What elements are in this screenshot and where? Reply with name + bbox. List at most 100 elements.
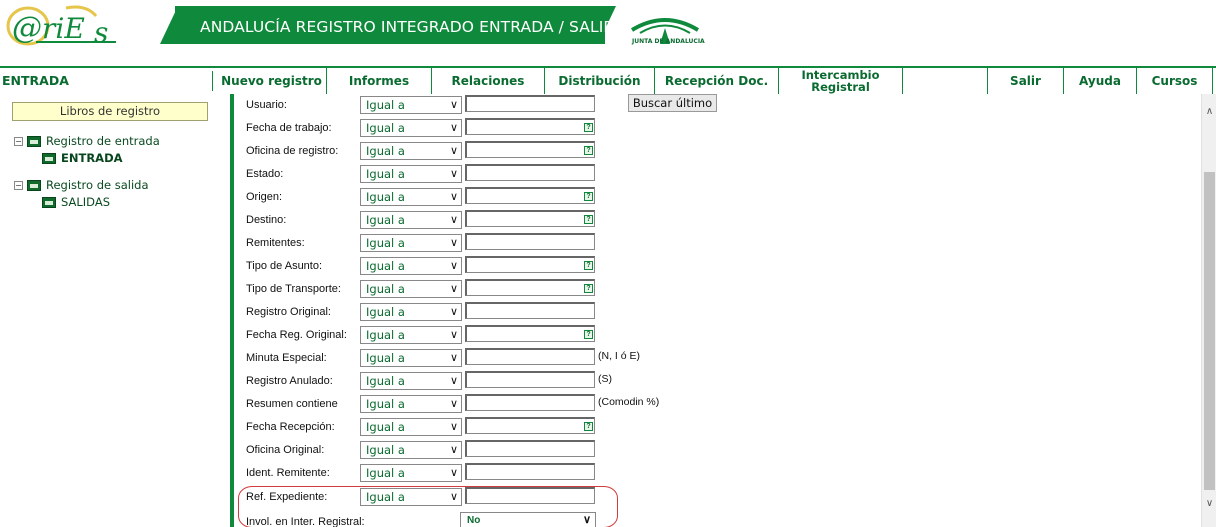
field-label: Fecha de trabajo: bbox=[246, 122, 332, 134]
value-input[interactable] bbox=[465, 210, 595, 227]
operator-select-value: Igual a bbox=[366, 167, 405, 181]
tree-item-registro-entrada[interactable]: − Registro de entrada bbox=[14, 133, 160, 149]
field-label: Fecha Recepción: bbox=[246, 421, 335, 433]
nav-cursos[interactable]: Cursos bbox=[1137, 68, 1213, 94]
help-icon[interactable]: ? bbox=[584, 192, 593, 201]
value-input[interactable] bbox=[465, 325, 595, 342]
help-icon[interactable]: ? bbox=[584, 123, 593, 132]
operator-select-value: Igual a bbox=[366, 328, 405, 342]
field-label: Destino: bbox=[246, 214, 287, 226]
scroll-down-icon[interactable]: ∨ bbox=[1202, 496, 1216, 511]
nav-intercambio-registral[interactable]: Intercambio Registral bbox=[779, 68, 903, 94]
collapse-toggle-icon[interactable]: − bbox=[14, 180, 23, 190]
involucrado-select-value: No bbox=[467, 515, 481, 526]
value-input[interactable] bbox=[465, 394, 595, 411]
tree-item-label: ENTRADA bbox=[61, 151, 123, 165]
help-icon[interactable]: ? bbox=[584, 330, 593, 339]
value-input[interactable] bbox=[465, 463, 595, 480]
operator-select[interactable]: Igual a ∨ bbox=[360, 211, 462, 229]
operator-select[interactable]: Igual a ∨ bbox=[360, 395, 462, 413]
operator-select-value: Igual a bbox=[366, 190, 405, 204]
operator-select[interactable]: Igual a ∨ bbox=[360, 234, 462, 252]
scrollbar-thumb[interactable] bbox=[1204, 172, 1215, 490]
scroll-up-icon[interactable]: ∧ bbox=[1202, 104, 1216, 119]
value-input[interactable] bbox=[465, 440, 595, 457]
aries-logo: @ riE s bbox=[6, 5, 116, 46]
field-label: Ident. Remitente: bbox=[246, 467, 330, 479]
help-icon[interactable]: ? bbox=[584, 284, 593, 293]
operator-select[interactable]: Igual a ∨ bbox=[360, 464, 462, 482]
operator-select[interactable]: Igual a ∨ bbox=[360, 418, 462, 436]
value-input[interactable] bbox=[465, 417, 595, 434]
folder-icon bbox=[27, 135, 41, 147]
operator-select[interactable]: Igual a ∨ bbox=[360, 349, 462, 367]
nav-ayuda[interactable]: Ayuda bbox=[1064, 68, 1137, 94]
nav-salir[interactable]: Salir bbox=[988, 68, 1064, 94]
value-input[interactable] bbox=[465, 487, 595, 504]
field-label: Ref. Expediente: bbox=[246, 491, 328, 503]
help-icon[interactable]: ? bbox=[584, 261, 593, 270]
operator-select-value: Igual a bbox=[366, 213, 405, 227]
nav-recepcion-doc[interactable]: Recepción Doc. bbox=[655, 68, 779, 94]
operator-select[interactable]: Igual a ∨ bbox=[360, 488, 462, 506]
operator-select-value: Igual a bbox=[366, 259, 405, 273]
junta-text: JUNTA DE ANDALUCIA bbox=[632, 38, 705, 45]
operator-select[interactable]: Igual a ∨ bbox=[360, 188, 462, 206]
field-label: Tipo de Transporte: bbox=[246, 283, 341, 295]
field-hint: (Comodin %) bbox=[598, 396, 660, 408]
operator-select[interactable]: Igual a ∨ bbox=[360, 441, 462, 459]
help-icon[interactable]: ? bbox=[584, 146, 593, 155]
help-icon[interactable]: ? bbox=[584, 422, 593, 431]
field-label: Minuta Especial: bbox=[246, 352, 327, 364]
value-input[interactable] bbox=[465, 118, 595, 135]
operator-select[interactable]: Igual a ∨ bbox=[360, 96, 462, 114]
folder-icon bbox=[42, 196, 56, 208]
operator-select-value: Igual a bbox=[366, 443, 405, 457]
operator-select-value: Igual a bbox=[366, 420, 405, 434]
involucrado-select[interactable]: No ∨ bbox=[460, 512, 596, 527]
buscar-ultimo-button[interactable]: Buscar último bbox=[628, 94, 717, 112]
collapse-toggle-icon[interactable]: − bbox=[14, 136, 23, 146]
operator-select[interactable]: Igual a ∨ bbox=[360, 119, 462, 137]
value-input[interactable] bbox=[465, 164, 595, 181]
operator-select-value: Igual a bbox=[366, 282, 405, 296]
operator-select[interactable]: Igual a ∨ bbox=[360, 372, 462, 390]
value-input[interactable] bbox=[465, 95, 595, 112]
chevron-down-icon: ∨ bbox=[449, 374, 458, 387]
nav-nuevo-registro[interactable]: Nuevo registro bbox=[217, 68, 327, 94]
chevron-down-icon: ∨ bbox=[449, 259, 458, 272]
value-input[interactable] bbox=[465, 141, 595, 158]
nav-relaciones[interactable]: Relaciones bbox=[432, 68, 545, 94]
operator-select-value: Igual a bbox=[366, 121, 405, 135]
operator-select[interactable]: Igual a ∨ bbox=[360, 303, 462, 321]
operator-select[interactable]: Igual a ∨ bbox=[360, 142, 462, 160]
value-input[interactable] bbox=[465, 279, 595, 296]
operator-select[interactable]: Igual a ∨ bbox=[360, 326, 462, 344]
value-input[interactable] bbox=[465, 348, 595, 365]
tree-item-label: SALIDAS bbox=[61, 195, 110, 209]
operator-select[interactable]: Igual a ∨ bbox=[360, 165, 462, 183]
operator-select[interactable]: Igual a ∨ bbox=[360, 257, 462, 275]
chevron-down-icon: ∨ bbox=[449, 236, 458, 249]
value-input[interactable] bbox=[465, 302, 595, 319]
svg-text:riE: riE bbox=[42, 12, 85, 45]
chevron-down-icon: ∨ bbox=[449, 443, 458, 456]
libros-de-registro-button[interactable]: Libros de registro bbox=[12, 102, 208, 121]
operator-select[interactable]: Igual a ∨ bbox=[360, 280, 462, 298]
value-input[interactable] bbox=[465, 233, 595, 250]
tree-item-registro-salida[interactable]: − Registro de salida bbox=[14, 177, 149, 193]
field-label: Tipo de Asunto: bbox=[246, 260, 323, 272]
operator-select-value: Igual a bbox=[366, 374, 405, 388]
value-input[interactable] bbox=[465, 371, 595, 388]
nav-distribucion[interactable]: Distribución bbox=[545, 68, 655, 94]
tree-item-entrada[interactable]: ENTRADA bbox=[42, 150, 123, 166]
value-input[interactable] bbox=[465, 256, 595, 273]
vertical-scrollbar[interactable]: ∧ ∨ bbox=[1201, 94, 1216, 527]
field-label: Remitentes: bbox=[246, 237, 305, 249]
help-icon[interactable]: ? bbox=[584, 215, 593, 224]
nav-informes[interactable]: Informes bbox=[327, 68, 432, 94]
tree-item-salidas[interactable]: SALIDAS bbox=[42, 194, 110, 210]
field-label: Fecha Reg. Original: bbox=[246, 329, 347, 341]
value-input[interactable] bbox=[465, 187, 595, 204]
chevron-down-icon: ∨ bbox=[449, 190, 458, 203]
